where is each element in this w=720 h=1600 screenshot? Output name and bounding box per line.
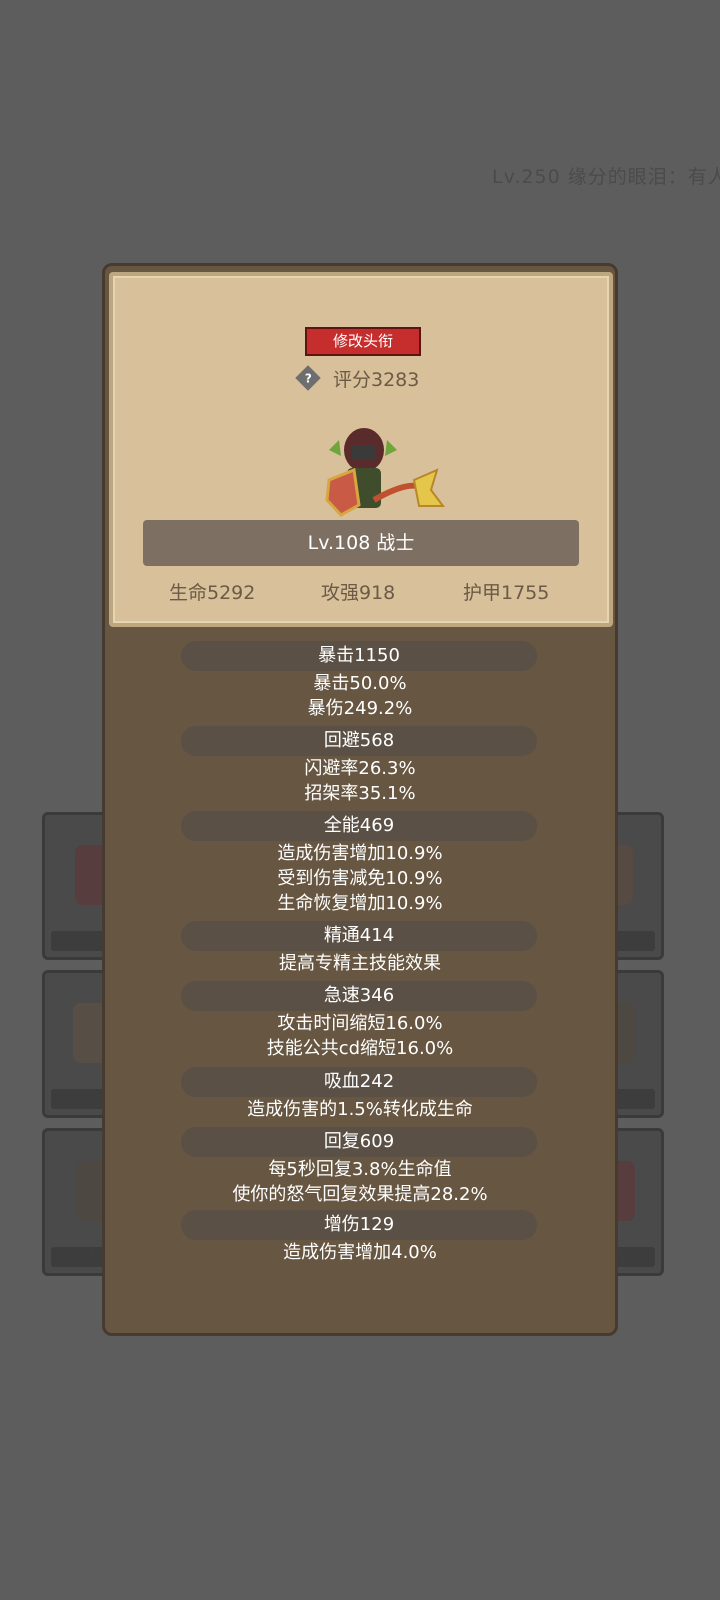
level-class-bar: Lv.108 战士 bbox=[143, 520, 579, 566]
stat-line: 造成伤害增加4.0% bbox=[283, 1242, 437, 1263]
stat-line: 攻击时间缩短16.0% bbox=[277, 1013, 443, 1034]
stat-line: 闪避率26.3% bbox=[304, 758, 416, 779]
stat-line: 造成伤害增加10.9% bbox=[277, 843, 443, 864]
stat-line: 提高专精主技能效果 bbox=[279, 953, 441, 974]
character-info-card: 修改头衔 ? 评分3283 Lv.108 战士 生命5292 攻强918 护甲1… bbox=[102, 263, 618, 1336]
stat-line: 暴击50.0% bbox=[313, 673, 407, 694]
score-row: ? 评分3283 bbox=[295, 363, 420, 393]
stat-header-lifesteal: 吸血242 bbox=[181, 1067, 537, 1097]
help-icon[interactable]: ? bbox=[295, 365, 321, 391]
stat-header-dodge: 回避568 bbox=[181, 726, 537, 756]
character-summary-panel: 修改头衔 ? 评分3283 Lv.108 战士 生命5292 攻强918 护甲1… bbox=[109, 272, 613, 627]
stat-line: 造成伤害的1.5%转化成生命 bbox=[247, 1099, 473, 1120]
edit-title-button[interactable]: 修改头衔 bbox=[305, 327, 421, 356]
stat-header-crit: 暴击1150 bbox=[181, 641, 537, 671]
score-label: 评分3283 bbox=[333, 368, 420, 391]
stat-line: 每5秒回复3.8%生命值 bbox=[268, 1159, 452, 1180]
attack-stat: 攻强918 bbox=[321, 582, 396, 604]
announcement-ticker: Lv.250 缘分的眼泪：有人 bbox=[492, 166, 720, 188]
warrior-character-sprite bbox=[325, 428, 445, 517]
stat-line: 受到伤害减免10.9% bbox=[277, 868, 443, 889]
stat-header-mastery: 精通414 bbox=[181, 921, 537, 951]
hp-stat: 生命5292 bbox=[169, 582, 256, 604]
stat-header-versatility: 全能469 bbox=[181, 811, 537, 841]
stat-line: 暴伤249.2% bbox=[307, 698, 413, 719]
stat-line: 技能公共cd缩短16.0% bbox=[266, 1038, 454, 1059]
stat-line: 使你的怒气回复效果提高28.2% bbox=[232, 1184, 488, 1205]
stat-line: 生命恢复增加10.9% bbox=[277, 893, 443, 914]
armor-stat: 护甲1755 bbox=[463, 582, 550, 604]
stat-header-haste: 急速346 bbox=[181, 981, 537, 1011]
stat-line: 招架率35.1% bbox=[304, 783, 416, 804]
base-stats-row: 生命5292 攻强918 护甲1755 bbox=[113, 578, 609, 608]
stat-header-damage-bonus: 增伤129 bbox=[181, 1210, 537, 1240]
stat-header-regen: 回复609 bbox=[181, 1127, 537, 1157]
